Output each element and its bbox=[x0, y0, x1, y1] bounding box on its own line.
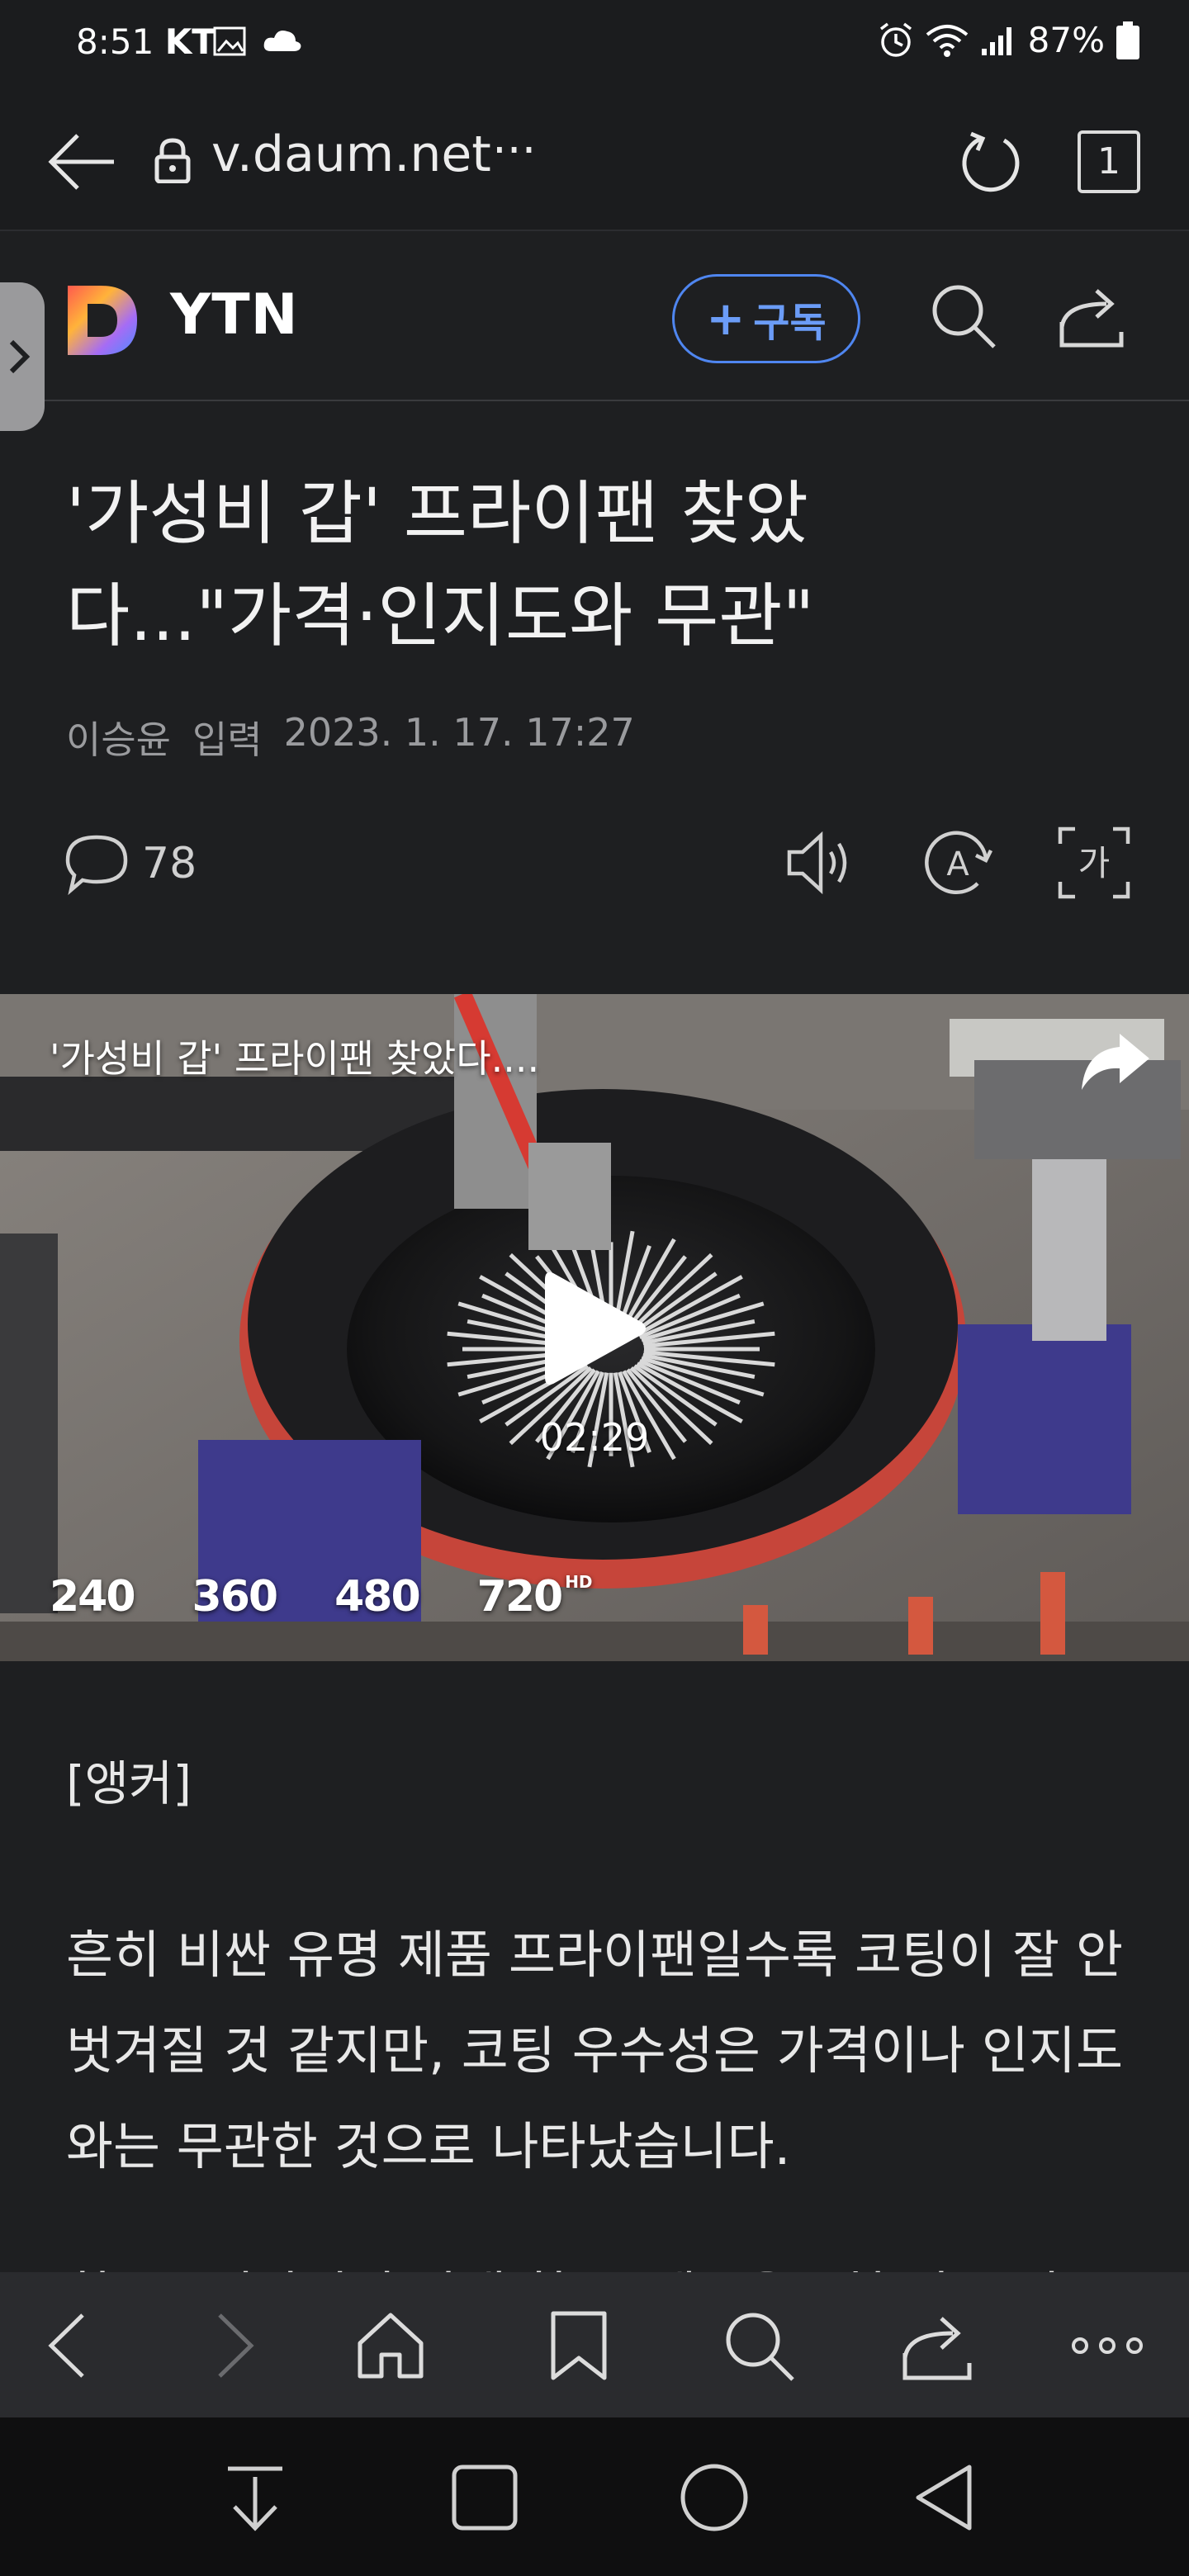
lock-icon bbox=[154, 138, 191, 183]
status-right: 87% bbox=[878, 20, 1139, 60]
translate-button[interactable]: A bbox=[920, 826, 996, 902]
browser-forward-icon[interactable] bbox=[195, 2308, 269, 2383]
share-icon[interactable] bbox=[1057, 281, 1126, 350]
side-drawer-handle[interactable] bbox=[0, 282, 45, 431]
quality-option-720[interactable]: 720 HD bbox=[477, 1572, 593, 1622]
quality-option-240[interactable]: 240 bbox=[50, 1572, 136, 1622]
system-navigation-bar bbox=[0, 2417, 1189, 2576]
back-arrow-icon[interactable] bbox=[45, 129, 119, 195]
tab-count-button[interactable]: 1 bbox=[1078, 130, 1140, 193]
site-header: YTN + 구독 bbox=[0, 231, 1189, 431]
subscribe-button[interactable]: + 구독 bbox=[672, 274, 860, 363]
comment-count: 78 bbox=[142, 839, 197, 888]
search-icon[interactable] bbox=[928, 281, 997, 350]
recent-apps-icon[interactable] bbox=[448, 2460, 522, 2535]
hide-keyboard-icon[interactable] bbox=[218, 2460, 292, 2535]
article-headline: '가성비 갑' 프라이팬 찾았 다..."가격·인지도와 무관" bbox=[66, 462, 1139, 667]
video-share-icon[interactable] bbox=[1078, 1029, 1153, 1095]
home-icon[interactable] bbox=[353, 2308, 428, 2383]
published-label: 입력 bbox=[192, 717, 263, 762]
quality-option-480[interactable]: 480 bbox=[334, 1572, 421, 1622]
reload-icon[interactable] bbox=[958, 129, 1024, 195]
url-more[interactable]: ··· bbox=[492, 124, 536, 178]
published-time: 2023. 1. 17. 17:27 bbox=[283, 710, 635, 755]
bookmark-icon[interactable] bbox=[542, 2308, 616, 2383]
font-size-button[interactable]: 가 bbox=[1057, 826, 1131, 900]
browser-search-icon[interactable] bbox=[722, 2308, 796, 2383]
video-quality-options: 240 360 480 720 HD bbox=[50, 1572, 593, 1622]
article-body: [앵커] 흔히 비싼 유명 제품 프라이팬일수록 코팅이 잘 안 벗겨질 것 같… bbox=[66, 1750, 1123, 2195]
press-name[interactable]: YTN bbox=[170, 282, 299, 348]
subscribe-label: 구독 bbox=[753, 300, 827, 346]
url-address[interactable]: v.daum.net bbox=[211, 125, 491, 183]
battery-level: 87% bbox=[1027, 20, 1105, 60]
translate-glyph: A bbox=[946, 845, 969, 883]
author-name[interactable]: 이승윤 bbox=[66, 710, 171, 765]
system-back-icon[interactable] bbox=[907, 2460, 981, 2535]
comments-button[interactable]: 78 bbox=[64, 832, 197, 895]
video-title: '가성비 갑' 프라이팬 찾았다.... bbox=[50, 1036, 540, 1081]
alarm-icon bbox=[879, 22, 912, 57]
daum-logo-icon[interactable] bbox=[64, 282, 140, 358]
play-icon[interactable] bbox=[542, 1267, 649, 1390]
more-options-icon[interactable] bbox=[1070, 2308, 1144, 2383]
browser-url-bar: v.daum.net ··· 1 bbox=[0, 86, 1189, 231]
hd-badge: HD bbox=[565, 1572, 593, 1592]
browser-share-icon[interactable] bbox=[900, 2308, 974, 2383]
home-button-icon[interactable] bbox=[677, 2460, 751, 2535]
subscribe-plus: + bbox=[706, 291, 746, 346]
battery-icon bbox=[1116, 21, 1139, 59]
font-size-icon: 가 bbox=[1058, 826, 1130, 899]
status-time: 8:51 KT bbox=[76, 21, 216, 62]
browser-bottom-toolbar bbox=[0, 2272, 1189, 2417]
cloud-icon bbox=[263, 31, 301, 51]
translate-icon: A bbox=[925, 831, 993, 895]
status-bar: 8:51 KT 87% bbox=[0, 0, 1189, 86]
chevron-right-icon bbox=[9, 339, 31, 374]
quality-option-360[interactable]: 360 bbox=[192, 1572, 279, 1622]
anchor-label: [앵커] bbox=[66, 1755, 192, 1811]
wifi-icon bbox=[926, 24, 968, 57]
headline-line-2: 다..."가격·인지도와 무관" bbox=[66, 575, 815, 656]
video-player[interactable]: '가성비 갑' 프라이팬 찾았다.... 02:29 240 360 480 7… bbox=[0, 994, 1189, 1661]
browser-back-icon[interactable] bbox=[33, 2308, 107, 2383]
headline-line-1: '가성비 갑' 프라이팬 찾았 bbox=[66, 473, 809, 554]
video-duration: 02:29 bbox=[539, 1415, 650, 1460]
gallery-icon bbox=[213, 26, 246, 56]
speaker-icon[interactable] bbox=[784, 826, 859, 900]
byline: 이승윤 입력 2023. 1. 17. 17:27 bbox=[66, 710, 635, 765]
signal-icon bbox=[981, 26, 1011, 55]
font-size-glyph: 가 bbox=[1078, 843, 1111, 883]
body-paragraph: 흔히 비싼 유명 제품 프라이팬일수록 코팅이 잘 안 벗겨질 것 같지만, 코… bbox=[66, 1925, 1123, 2176]
comment-bubble-icon bbox=[65, 835, 128, 895]
